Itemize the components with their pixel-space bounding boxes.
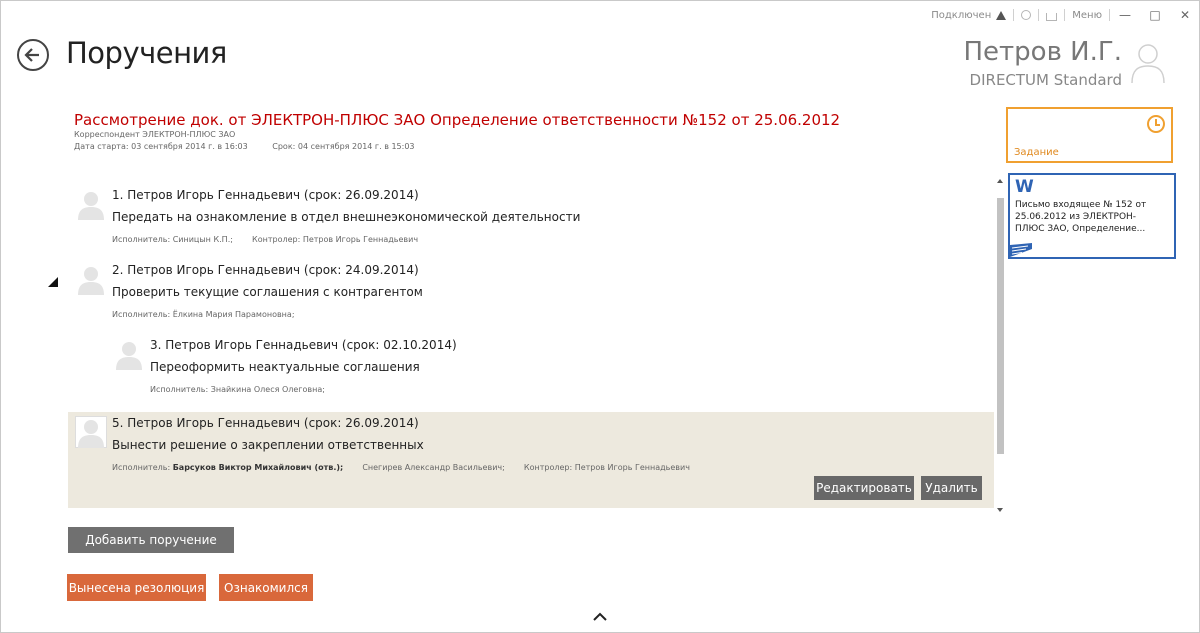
chevron-up-icon[interactable] xyxy=(592,612,608,622)
assignment-people: Исполнитель: Знайкина Олеся Олеговна; xyxy=(150,385,325,394)
user-subtitle: DIRECTUM Standard xyxy=(969,71,1122,89)
assignment-item-selected[interactable]: 5. Петров Игорь Геннадьевич (срок: 26.09… xyxy=(75,416,975,480)
scrollbar-thumb[interactable] xyxy=(997,198,1004,454)
document-dates: Дата старта: 03 сентября 2014 г. в 16:03… xyxy=(74,142,415,151)
home-icon xyxy=(1046,12,1058,21)
system-bar: Подключен Меню — □ ✕ xyxy=(924,6,1200,24)
assignment-people: Исполнитель: Синицын К.П.; Контролер: Пе… xyxy=(112,235,418,244)
controller-name: Петров Игорь Геннадьевич xyxy=(302,235,419,244)
assignment-task: Вынести решение о закреплении ответствен… xyxy=(112,438,424,452)
connection-status-label: Подключен xyxy=(931,9,992,21)
document-corner-icon xyxy=(1010,243,1032,257)
avatar-icon xyxy=(78,267,104,295)
minimize-button[interactable]: — xyxy=(1110,8,1140,22)
gear-icon xyxy=(1021,10,1032,20)
assignment-subitem[interactable]: 3. Петров Игорь Геннадьевич (срок: 02.10… xyxy=(113,338,973,402)
assignment-header: 5. Петров Игорь Геннадьевич (срок: 26.09… xyxy=(112,416,419,430)
assignment-item[interactable]: 2. Петров Игорь Геннадьевич (срок: 24.09… xyxy=(75,263,975,327)
document-correspondent: Корреспондент ЭЛЕКТРОН-ПЛЮС ЗАО xyxy=(74,130,235,139)
scroll-down-icon[interactable] xyxy=(997,508,1003,512)
avatar-icon xyxy=(78,192,104,220)
close-button[interactable]: ✕ xyxy=(1170,8,1200,22)
executor-second-name: Снегирев Александр Васильевич; xyxy=(362,463,505,472)
executor-label: Исполнитель: xyxy=(112,310,171,319)
assignment-header: 1. Петров Игорь Геннадьевич (срок: 26.09… xyxy=(112,188,419,202)
correspondent-text: Корреспондент ЭЛЕКТРОН-ПЛЮС ЗАО xyxy=(74,130,236,139)
executor-label: Исполнитель: xyxy=(112,235,171,244)
task-tile-label: Задание xyxy=(1014,147,1059,158)
back-button[interactable] xyxy=(17,39,49,71)
assignment-task: Переоформить неактуальные соглашения xyxy=(150,360,420,374)
controller-name: Петров Игорь Геннадьевич xyxy=(574,463,690,472)
avatar-icon xyxy=(75,416,107,448)
assignments-list[interactable]: 1. Петров Игорь Геннадьевич (срок: 26.09… xyxy=(68,178,994,512)
menu-button[interactable]: Меню xyxy=(1065,10,1109,21)
document-tile[interactable]: W Письмо входящее № 152 от 25.06.2012 из… xyxy=(1008,173,1176,259)
assignment-task: Передать на ознакомление в отдел внешнеэ… xyxy=(112,210,581,224)
maximize-button[interactable]: □ xyxy=(1140,8,1170,22)
user-avatar-icon[interactable] xyxy=(1130,40,1166,84)
settings-button[interactable] xyxy=(1014,10,1038,20)
resolution-button[interactable]: Вынесена резолюция xyxy=(67,574,206,601)
word-icon: W xyxy=(1015,177,1034,197)
scroll-up-icon[interactable] xyxy=(997,179,1003,183)
executor-label: Исполнитель: xyxy=(112,463,171,472)
delete-button[interactable]: Удалить xyxy=(921,476,982,500)
clock-icon xyxy=(1147,115,1165,133)
avatar-icon xyxy=(116,342,142,370)
executor-name: Ёлкина Мария Парамоновна; xyxy=(172,310,295,319)
assignment-header: 3. Петров Игорь Геннадьевич (срок: 02.10… xyxy=(150,338,457,352)
start-date-text: Дата старта: 03 сентября 2014 г. в 16:03 xyxy=(74,142,248,151)
warning-icon xyxy=(996,10,1007,20)
executor-name: Синицын К.П.; xyxy=(172,235,233,244)
menu-label: Меню xyxy=(1072,9,1102,21)
acknowledged-button[interactable]: Ознакомился xyxy=(219,574,313,601)
collapse-toggle-icon[interactable] xyxy=(48,277,58,287)
controller-label: Контролер: xyxy=(523,463,573,472)
assignment-header: 2. Петров Игорь Геннадьевич (срок: 24.09… xyxy=(112,263,419,277)
connection-status[interactable]: Подключен xyxy=(924,10,1013,21)
assignment-task: Проверить текущие соглашения с контраген… xyxy=(112,285,423,299)
executor-name: Знайкина Олеся Олеговна; xyxy=(210,385,325,394)
controller-label: Контролер: xyxy=(252,235,301,244)
user-name: Петров И.Г. xyxy=(963,37,1122,67)
document-title[interactable]: Рассмотрение док. от ЭЛЕКТРОН-ПЛЮС ЗАО О… xyxy=(74,111,840,129)
add-assignment-button[interactable]: Добавить поручение xyxy=(68,527,234,553)
deadline-text: Срок: 04 сентября 2014 г. в 15:03 xyxy=(272,142,415,151)
assignment-people: Исполнитель: Ёлкина Мария Парамоновна; xyxy=(112,310,295,319)
assignment-item[interactable]: 1. Петров Игорь Геннадьевич (срок: 26.09… xyxy=(75,188,975,252)
assignment-people: Исполнитель: Барсуков Виктор Михайлович … xyxy=(112,463,690,472)
document-tile-text: Письмо входящее № 152 от 25.06.2012 из Э… xyxy=(1015,200,1147,234)
task-tile[interactable]: Задание xyxy=(1006,107,1173,163)
back-arrow-icon xyxy=(24,48,39,62)
page-title: Поручения xyxy=(66,36,227,70)
executor-label: Исполнитель: xyxy=(150,385,209,394)
home-button[interactable] xyxy=(1039,10,1064,21)
executor-main-name: Барсуков Виктор Михайлович (отв.); xyxy=(172,463,344,472)
edit-button[interactable]: Редактировать xyxy=(814,476,914,500)
